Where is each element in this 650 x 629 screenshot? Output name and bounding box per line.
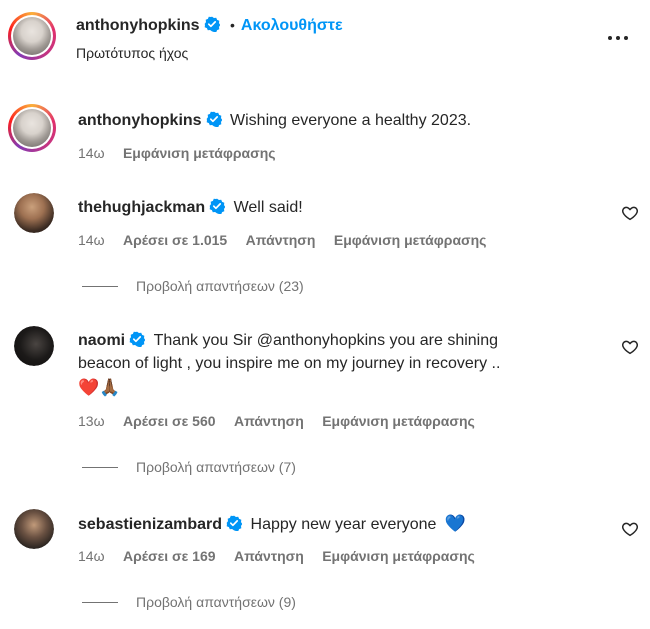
comment-emojis: ❤️🙏🏾: [78, 378, 121, 397]
reply-button[interactable]: Απάντηση: [234, 548, 304, 564]
verified-badge-icon: [206, 111, 222, 127]
comment-likes[interactable]: Αρέσει σε 1.015: [123, 232, 227, 248]
caption-avatar[interactable]: [8, 104, 56, 152]
caption-meta: 14ω Εμφάνιση μετάφρασης: [78, 145, 276, 163]
comment-username[interactable]: naomi: [78, 332, 125, 349]
caption-time[interactable]: 14ω: [78, 145, 105, 161]
separator-dot: •: [230, 17, 235, 33]
replies-divider: [82, 467, 118, 468]
comment-text: Happy new year everyone: [250, 516, 437, 533]
caption-row: anthonyhopkins Wishing everyone a health…: [78, 111, 471, 130]
comment-row: sebastienizambard Happy new year everyon…: [78, 514, 466, 534]
avatar-image: [13, 17, 51, 55]
heart-icon[interactable]: [621, 204, 639, 222]
comment-avatar[interactable]: [14, 509, 54, 549]
comment-avatar[interactable]: [14, 326, 54, 366]
comment-username[interactable]: thehughjackman: [78, 199, 205, 216]
view-replies-button[interactable]: Προβολή απαντήσεων (9): [136, 594, 296, 610]
reply-button[interactable]: Απάντηση: [234, 413, 304, 429]
header-title-row: anthonyhopkins • Ακολουθήστε: [76, 16, 343, 35]
comment-emoji: 💙: [444, 514, 467, 533]
translate-button[interactable]: Εμφάνιση μετάφρασης: [322, 548, 475, 564]
comment-text: Thank you Sir @anthonyhopkins you are sh…: [153, 332, 499, 349]
header-avatar[interactable]: [8, 12, 56, 60]
avatar-image: [14, 326, 54, 366]
comment-meta: 14ω Αρέσει σε 1.015 Απάντηση Εμφάνιση με…: [78, 232, 486, 250]
comment-time[interactable]: 13ω: [78, 413, 105, 429]
more-horizontal-icon[interactable]: [606, 34, 630, 42]
translate-button[interactable]: Εμφάνιση μετάφρασης: [322, 413, 475, 429]
comment-likes[interactable]: Αρέσει σε 169: [123, 548, 216, 564]
comment-username[interactable]: sebastienizambard: [78, 516, 222, 533]
verified-badge-icon: [209, 198, 226, 214]
heart-icon[interactable]: [621, 338, 639, 356]
avatar-image: [14, 509, 54, 549]
comment-meta: 14ω Αρέσει σε 169 Απάντηση Εμφάνιση μετά…: [78, 548, 475, 566]
comment-text: Well said!: [233, 199, 303, 216]
follow-button[interactable]: Ακολουθήστε: [241, 17, 343, 34]
verified-badge-icon: [204, 16, 220, 32]
verified-badge-icon: [129, 331, 146, 347]
comment-meta: 13ω Αρέσει σε 560 Απάντηση Εμφάνιση μετά…: [78, 413, 475, 431]
heart-icon[interactable]: [621, 520, 639, 538]
comment-text-continued: beacon of light , you inspire me on my j…: [78, 355, 501, 372]
avatar-image: [13, 109, 51, 147]
view-replies-button[interactable]: Προβολή απαντήσεων (23): [136, 278, 304, 294]
comment-likes[interactable]: Αρέσει σε 560: [123, 413, 216, 429]
translate-button[interactable]: Εμφάνιση μετάφρασης: [334, 232, 487, 248]
comment-avatar[interactable]: [14, 193, 54, 233]
caption-text: Wishing everyone a healthy 2023.: [230, 112, 472, 129]
comment-row: naomi Thank you Sir @anthonyhopkins you …: [78, 331, 498, 350]
reply-button[interactable]: Απάντηση: [246, 232, 316, 248]
caption-username[interactable]: anthonyhopkins: [78, 112, 202, 129]
comment-row: thehughjackman Well said!: [78, 198, 303, 217]
view-replies-button[interactable]: Προβολή απαντήσεων (7): [136, 459, 296, 475]
verified-badge-icon: [226, 515, 243, 531]
replies-divider: [82, 286, 118, 287]
audio-subtitle[interactable]: Πρωτότυπος ήχος: [76, 45, 188, 61]
comment-time[interactable]: 14ω: [78, 548, 105, 564]
comment-time[interactable]: 14ω: [78, 232, 105, 248]
header-username[interactable]: anthonyhopkins: [76, 17, 200, 34]
avatar-image: [14, 193, 54, 233]
replies-divider: [82, 602, 118, 603]
caption-translate-button[interactable]: Εμφάνιση μετάφρασης: [123, 145, 276, 161]
